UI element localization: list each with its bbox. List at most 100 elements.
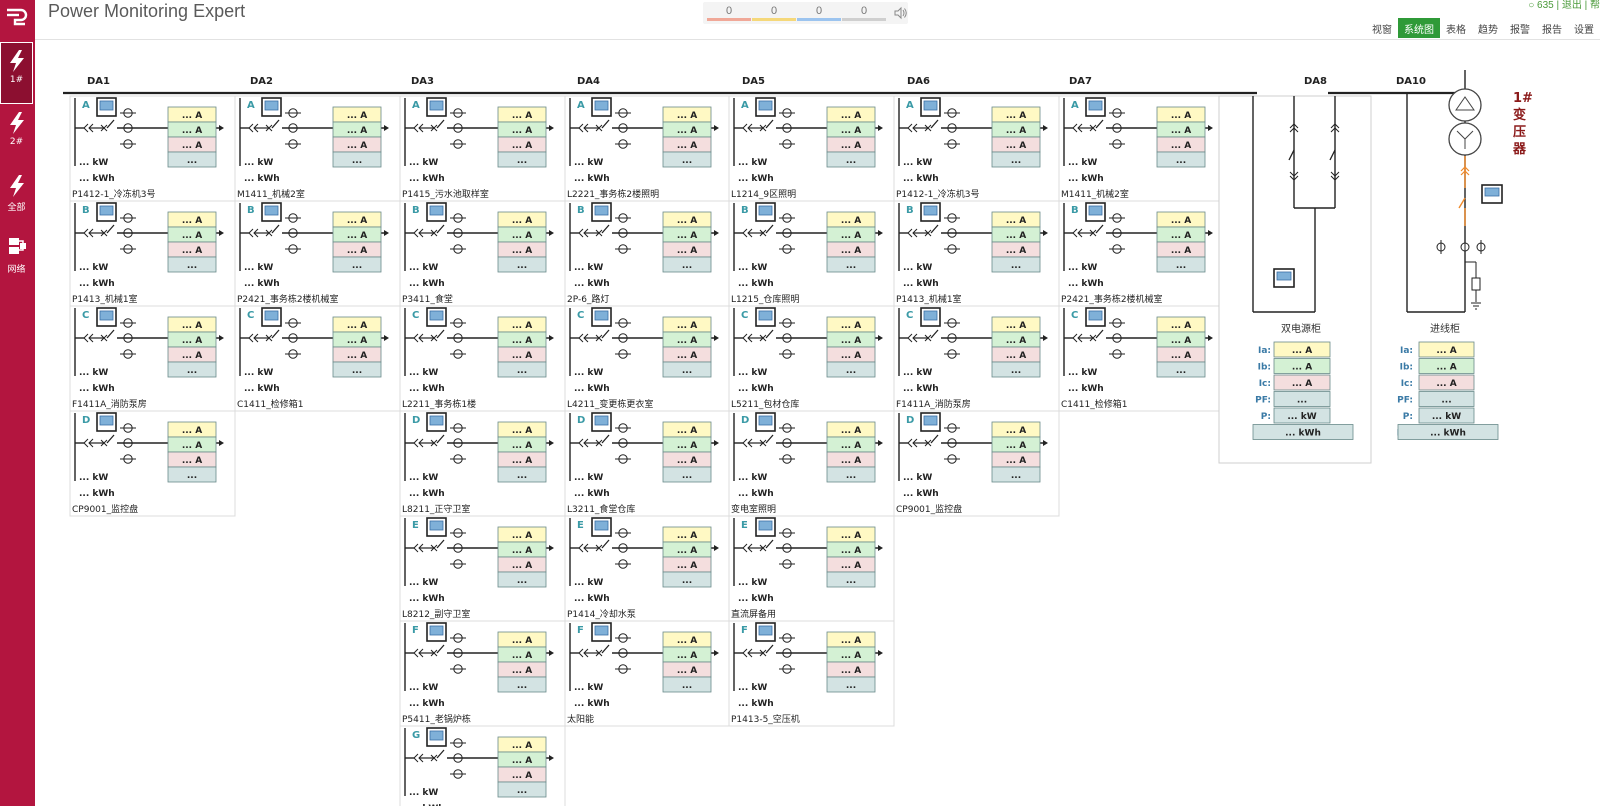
alarm-count-0[interactable]: 0 [707, 5, 751, 21]
tab-6[interactable]: 设置 [1568, 18, 1600, 38]
value-text: ... A [1006, 216, 1026, 226]
feeder-letter: B [82, 205, 90, 216]
feeder-cell[interactable]: C ... A ... A ... A... ... kW ... kWh C1411_检修… [234, 305, 401, 412]
nav-tabs: 视窗 系统图 表格 趋势 报警 报告 设置 [1366, 18, 1600, 38]
energy-kwh: ... kWh [574, 699, 610, 709]
tab-4[interactable]: 报警 [1504, 18, 1536, 38]
tab-5[interactable]: 报告 [1536, 18, 1568, 38]
alarm-count-1[interactable]: 0 [752, 5, 796, 21]
value-text: ... A [1171, 231, 1191, 241]
meter-screen [923, 205, 938, 216]
feeder-cell[interactable]: F ... A ... A ... A... ... kW ... kWh 太阳能 [564, 620, 731, 727]
incoming-cabinet [1406, 70, 1503, 313]
feeder-cell[interactable]: G... A... A... A...... kW... kWh [399, 725, 566, 806]
sidebar-item-label: 全部 [7, 203, 26, 213]
feeder-cell[interactable]: F ... A ... A ... A... ... kW ... kWh P5411_老锅… [399, 620, 566, 727]
tab-0[interactable]: 视窗 [1366, 18, 1398, 38]
alarm-count-2[interactable]: 0 [797, 5, 841, 21]
sidebar-item-2[interactable]: 全部 [0, 168, 33, 230]
value-text: ... A [841, 426, 861, 436]
energy-kwh: ... kWh [574, 489, 610, 499]
feeder-cell[interactable]: C ... A ... A ... A... ... kW ... kWh L5211_包材… [728, 305, 895, 412]
alarm-summary-bar[interactable]: 0 0 0 0 [703, 2, 908, 24]
meter-screen [429, 625, 444, 636]
switch-icon[interactable] [1458, 197, 1466, 209]
tab-1[interactable]: 系统图 [1398, 18, 1440, 38]
feeder-cell[interactable]: C ... A ... A ... A... ... kW ... kWh F1411A_消… [69, 305, 236, 412]
feeder-letter: B [247, 205, 255, 216]
value-text: ... A [841, 636, 861, 646]
feeder-cell[interactable]: D ... A ... A ... A... ... kW ... kWh L8211_正守… [399, 410, 566, 517]
feeder-cell[interactable]: C ... A ... A ... A... ... kW ... kWh F1411A_消… [893, 305, 1060, 412]
feeder-cell[interactable]: A ... A ... A ... A... ... kW ... kWh P1412-1_… [69, 95, 236, 202]
panel-title: 进线柜 [1430, 322, 1460, 335]
feeder-cell[interactable]: A ... A ... A ... A... ... kW ... kWh P1415_污水… [399, 95, 566, 202]
meter-screen [1484, 187, 1500, 197]
feeder-name: C1411_检修箱1 [237, 398, 303, 410]
value-text: ... [1011, 261, 1021, 271]
feeder-cell[interactable]: A ... A ... A ... A... ... kW ... kWh M1411_机械… [1058, 95, 1225, 202]
feeder-cell[interactable]: C ... A ... A ... A... ... kW ... kWh C1411_检修… [1058, 305, 1225, 412]
speaker-icon[interactable] [893, 6, 907, 20]
value-text: ... A [841, 666, 861, 676]
feeder-cell[interactable]: F ... A ... A ... A... ... kW ... kWh P1413-5_… [728, 620, 895, 727]
feeder-cell[interactable]: D ... A ... A ... A... ... kW ... kWh L3211_食堂… [564, 410, 731, 517]
feeder-name: L1214_9区照明 [731, 189, 796, 200]
feeder-cell[interactable]: C ... A ... A ... A... ... kW ... kWh L2211_事务… [399, 305, 566, 412]
tab-2[interactable]: 表格 [1440, 18, 1472, 38]
value-text: ... [352, 261, 362, 271]
feeder-cell[interactable]: E ... A ... A ... A... ... kW ... kWh L8212_副守… [399, 515, 566, 622]
energy-kwh: ... kWh [738, 699, 774, 709]
energy-kwh: ... kWh [409, 384, 445, 394]
sidebar-item-1[interactable]: 2# [0, 105, 33, 167]
value-text: ... [846, 576, 856, 586]
meter-screen [594, 520, 609, 531]
sidebar-item-3[interactable]: 网络 [0, 230, 33, 292]
energy-kwh: ... kWh [574, 174, 610, 184]
transformer-primary-icon[interactable] [1448, 88, 1482, 122]
power-kw: ... kW [409, 788, 438, 798]
value-text: ... A [677, 351, 697, 361]
alarm-count-3[interactable]: 0 [842, 5, 886, 21]
value-text: ... A [1171, 141, 1191, 151]
panel-value-text: ... A [1292, 346, 1312, 356]
energy-kwh: ... kWh [903, 489, 939, 499]
value-text: ... A [347, 141, 367, 151]
feeder-cell[interactable]: D ... A ... A ... A... ... kW ... kWh 变电室照明 [728, 410, 895, 517]
alarm-count-value: 0 [860, 5, 868, 17]
feeder-cell[interactable]: E ... A ... A ... A... ... kW ... kWh P1414_冷却… [564, 515, 731, 622]
value-text: ... A [347, 336, 367, 346]
feeder-cell[interactable]: C ... A ... A ... A... ... kW ... kWh L4211_变更… [564, 305, 731, 412]
feeder-letter: A [247, 100, 255, 111]
feeder-cell[interactable]: A ... A ... A ... A... ... kW ... kWh L2221_事务… [564, 95, 731, 202]
alarm-color-strip [752, 18, 796, 21]
power-kw: ... kW [1068, 368, 1097, 378]
value-text: ... A [182, 441, 202, 451]
feeder-cell[interactable]: A ... A ... A ... A... ... kW ... kWh P1412-1_… [893, 95, 1060, 202]
meter-screen [429, 730, 444, 741]
value-text: ... A [1171, 246, 1191, 256]
value-text: ... [682, 681, 692, 691]
feeder-cell[interactable]: B ... A ... A ... A... ... kW ... kWh L1215_仓库… [728, 200, 895, 307]
feeder-cell[interactable]: B ... A ... A ... A... ... kW ... kWh P1413_机械… [69, 200, 236, 307]
feeder-cell[interactable]: E ... A ... A ... A... ... kW ... kWh 直流屏备用 [728, 515, 895, 622]
value-text: ... A [182, 141, 202, 151]
feeder-name: F1411A_消防泵房 [72, 398, 147, 410]
value-text: ... A [841, 231, 861, 241]
feeder-cell[interactable]: A ... A ... A ... A... ... kW ... kWh L1214_9区… [728, 95, 895, 202]
feeder-cell[interactable]: B ... A ... A ... A... ... kW ... kWh P3411_食堂 [399, 200, 566, 307]
feeder-cell[interactable]: A ... A ... A ... A... ... kW ... kWh M1411_机械… [234, 95, 401, 202]
feeder-cell[interactable]: B ... A ... A ... A... ... kW ... kWh P1413_机械… [893, 200, 1060, 307]
feeder-cell[interactable]: B ... A ... A ... A... ... kW ... kWh 2P-6_路灯 [564, 200, 731, 307]
feeder-cell[interactable]: D ... A ... A ... A... ... kW ... kWh CP9001_监… [893, 410, 1060, 517]
feeder-name: P2421_事务栋2楼机械室 [1061, 293, 1163, 305]
feeder-cell[interactable]: D ... A ... A ... A... ... kW ... kWh CP9001_监… [69, 410, 236, 517]
user-links[interactable]: ○ 635 | 退出 | 帮 [1528, 0, 1600, 11]
sidebar-item-0[interactable]: 1# [0, 42, 33, 104]
feeder-cell[interactable]: B ... A ... A ... A... ... kW ... kWh P2421_事务… [1058, 200, 1225, 307]
feeder-cell[interactable]: B ... A ... A ... A... ... kW ... kWh P2421_事务… [234, 200, 401, 307]
energy-kwh: ... kWh [409, 489, 445, 499]
tab-3[interactable]: 趋势 [1472, 18, 1504, 38]
power-kw: ... kW [1068, 263, 1097, 273]
feeder-name: L3211_食堂仓库 [567, 503, 635, 515]
